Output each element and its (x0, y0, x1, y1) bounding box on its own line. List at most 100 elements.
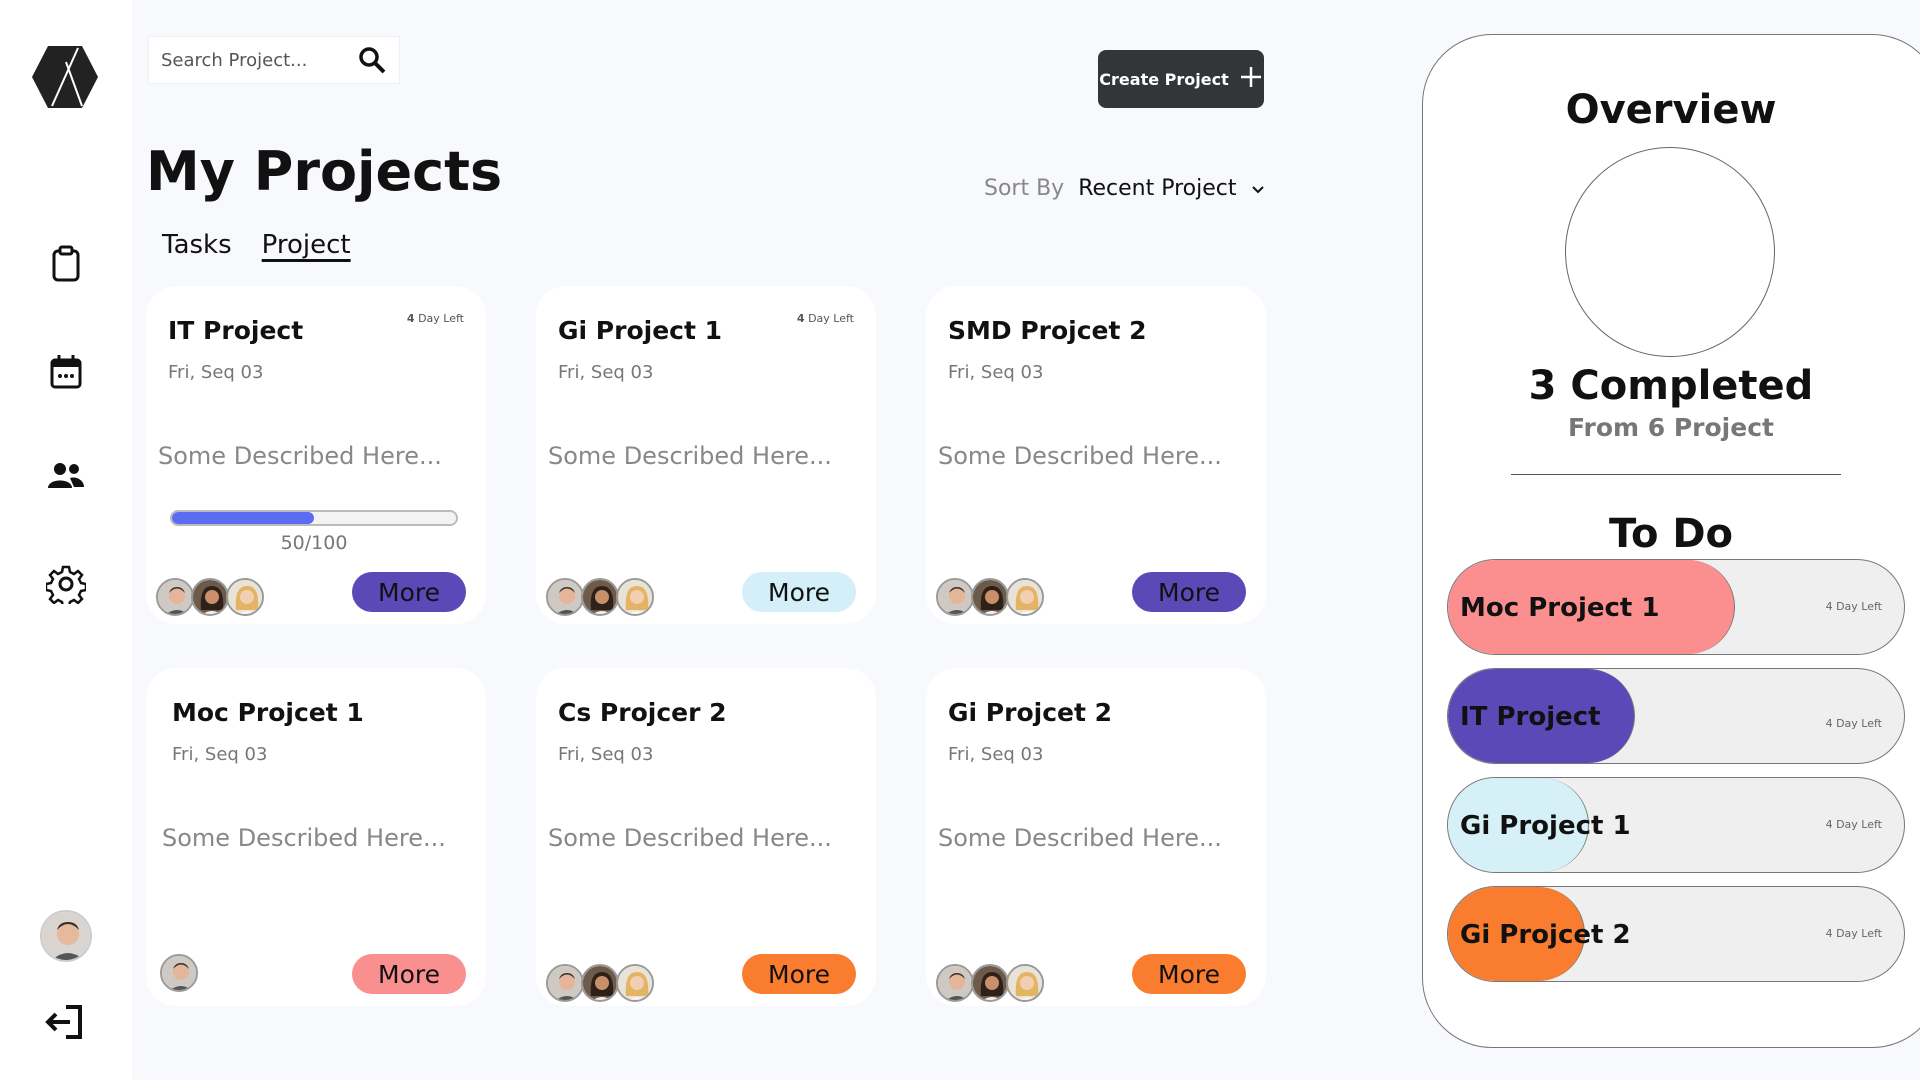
project-card[interactable]: Gi Project 1 4 Day Left Fri, Seq 03 Some… (536, 286, 876, 624)
card-title: SMD Projcet 2 (948, 316, 1147, 345)
people-icon[interactable] (46, 456, 86, 496)
member-avatar[interactable] (160, 954, 198, 992)
card-date: Fri, Seq 03 (948, 362, 1044, 383)
search-icon[interactable] (357, 45, 387, 75)
project-card[interactable]: Cs Projcer 2 Fri, Seq 03 Some Described … (536, 668, 876, 1006)
member-avatar[interactable] (546, 964, 584, 1002)
project-card[interactable]: Moc Projcet 1 Fri, Seq 03 Some Described… (146, 668, 486, 1006)
todo-item[interactable]: IT Project 4 Day Left (1447, 668, 1905, 764)
search-box (148, 36, 400, 84)
card-title: Gi Projcet 2 (948, 698, 1113, 727)
sidebar (0, 0, 132, 1080)
tab-project[interactable]: Project (262, 230, 351, 260)
member-avatars (936, 578, 1044, 616)
todo-item[interactable]: Gi Project 1 4 Day Left (1447, 777, 1905, 873)
clipboard-icon[interactable] (46, 244, 86, 284)
card-title: IT Project (168, 316, 304, 345)
member-avatars (156, 578, 264, 616)
project-card[interactable]: SMD Projcet 2 Fri, Seq 03 Some Described… (926, 286, 1266, 624)
overview-panel: Overview 3 Completed From 6 Project To D… (1422, 34, 1920, 1048)
member-avatar[interactable] (581, 578, 619, 616)
member-avatars (546, 578, 654, 616)
more-button[interactable]: More (1132, 572, 1246, 612)
completed-from: From 6 Project (1568, 413, 1774, 442)
more-label: More (1158, 577, 1220, 607)
todo-days-left: 4 Day Left (1825, 600, 1882, 613)
card-date: Fri, Seq 03 (558, 744, 654, 765)
project-card[interactable]: IT Project 4 Day Left Fri, Seq 03 Some D… (146, 286, 486, 624)
more-label: More (378, 959, 440, 989)
progress-fill (172, 512, 314, 524)
card-date: Fri, Seq 03 (948, 744, 1044, 765)
member-avatars (160, 954, 198, 992)
todo-name: IT Project (1460, 702, 1601, 732)
todo-item[interactable]: Moc Project 1 4 Day Left (1447, 559, 1905, 655)
more-button[interactable]: More (352, 954, 466, 994)
todo-item[interactable]: Gi Projcet 2 4 Day Left (1447, 886, 1905, 982)
logo-icon[interactable] (30, 42, 100, 112)
sort-control: Sort By Recent Project (984, 176, 1265, 201)
project-card[interactable]: Gi Projcet 2 Fri, Seq 03 Some Described … (926, 668, 1266, 1006)
card-description: Some Described Here... (938, 824, 1222, 852)
more-button[interactable]: More (742, 572, 856, 612)
member-avatars (546, 964, 654, 1002)
overview-title: Overview (1565, 87, 1777, 133)
days-left-number: 4 (796, 312, 805, 325)
more-label: More (768, 959, 830, 989)
search-input[interactable] (161, 49, 351, 71)
card-title: Cs Projcer 2 (558, 698, 727, 727)
calendar-icon[interactable] (46, 352, 86, 392)
tabs: Tasks Project (162, 230, 351, 260)
more-button[interactable]: More (742, 954, 856, 994)
member-avatar[interactable] (581, 964, 619, 1002)
card-title: Gi Project 1 (558, 316, 723, 345)
gear-icon[interactable] (44, 564, 88, 609)
more-label: More (1158, 959, 1220, 989)
member-avatar[interactable] (616, 964, 654, 1002)
member-avatar[interactable] (971, 578, 1009, 616)
card-date: Fri, Seq 03 (168, 362, 264, 383)
todo-title: To Do (1608, 511, 1734, 557)
card-description: Some Described Here... (162, 824, 446, 852)
sort-label: Sort By (984, 176, 1065, 201)
chevron-down-icon[interactable] (1251, 176, 1265, 201)
member-avatar[interactable] (226, 578, 264, 616)
todo-name: Gi Project 1 (1460, 811, 1631, 841)
todo-days-left: 4 Day Left (1825, 717, 1882, 730)
card-description: Some Described Here... (938, 442, 1222, 470)
plus-icon (1239, 65, 1263, 93)
todo-days-left: 4 Day Left (1825, 818, 1882, 831)
more-button[interactable]: More (1132, 954, 1246, 994)
todo-name: Gi Projcet 2 (1460, 920, 1631, 950)
member-avatar[interactable] (616, 578, 654, 616)
create-project-button[interactable]: Create Project (1098, 50, 1264, 108)
todo-name: Moc Project 1 (1460, 593, 1660, 623)
member-avatars (936, 964, 1044, 1002)
sort-value: Recent Project (1078, 176, 1237, 201)
card-title: Moc Projcet 1 (172, 698, 364, 727)
member-avatar[interactable] (971, 964, 1009, 1002)
member-avatar[interactable] (1006, 578, 1044, 616)
card-description: Some Described Here... (548, 442, 832, 470)
logout-icon[interactable] (44, 1002, 86, 1042)
tab-tasks[interactable]: Tasks (162, 230, 232, 260)
divider (1511, 474, 1841, 475)
sort-select[interactable]: Recent Project (1078, 176, 1236, 201)
member-avatar[interactable] (546, 578, 584, 616)
member-avatar[interactable] (191, 578, 229, 616)
member-avatar[interactable] (936, 578, 974, 616)
member-avatar[interactable] (1006, 964, 1044, 1002)
card-description: Some Described Here... (158, 442, 442, 470)
days-left: 4 Day Left (797, 312, 854, 325)
user-avatar[interactable] (40, 910, 92, 962)
member-avatar[interactable] (936, 964, 974, 1002)
completion-ring (1565, 147, 1775, 357)
days-left: 4 Day Left (407, 312, 464, 325)
completed-count: 3 Completed (1528, 363, 1814, 409)
more-label: More (768, 577, 830, 607)
member-avatar[interactable] (156, 578, 194, 616)
todo-days-left: 4 Day Left (1825, 927, 1882, 940)
more-button[interactable]: More (352, 572, 466, 612)
card-date: Fri, Seq 03 (172, 744, 268, 765)
more-label: More (378, 577, 440, 607)
